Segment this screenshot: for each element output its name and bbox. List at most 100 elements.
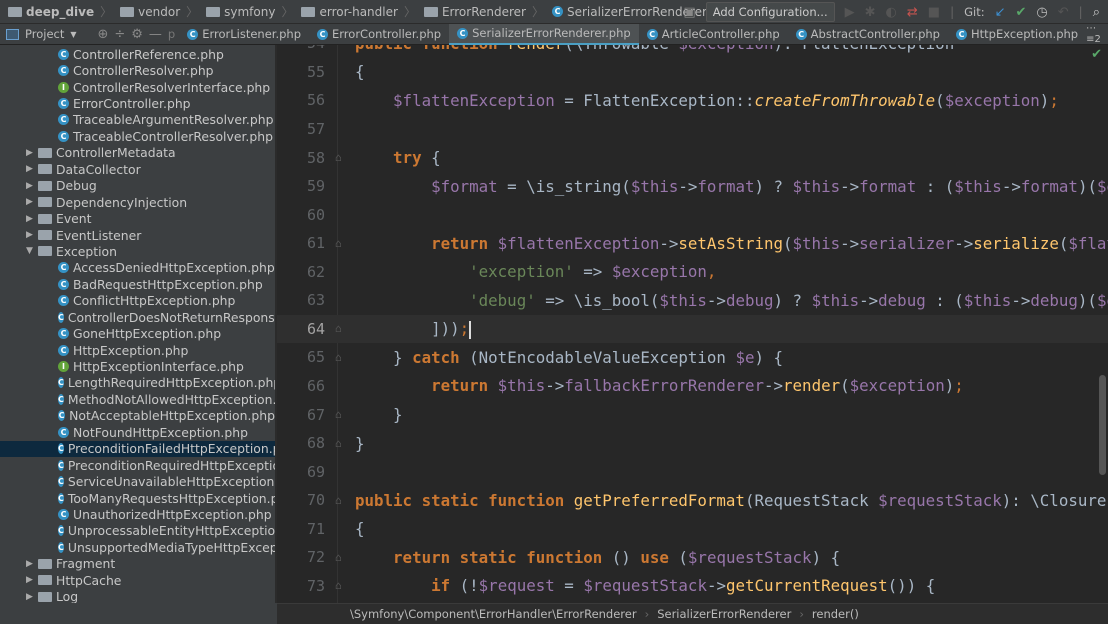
- tree-folder[interactable]: ▼ Exception: [0, 243, 275, 259]
- tree-file[interactable]: CPreconditionRequiredHttpException.php: [0, 457, 275, 473]
- collapse-icon[interactable]: ÷: [114, 27, 125, 42]
- code-line[interactable]: 70 ⌂ public static function getPreferredFo…: [277, 486, 1108, 515]
- tab-abstractcontroller[interactable]: C AbstractController.php: [788, 24, 948, 45]
- collapsed-arrow-icon[interactable]: ▶: [26, 575, 38, 585]
- code-line[interactable]: 61 ⌂ return $flattenException->setAsStrin…: [277, 229, 1108, 258]
- code-line[interactable]: 55 {: [277, 58, 1108, 87]
- run-icon[interactable]: ▶: [845, 5, 855, 20]
- tree-folder[interactable]: ▶ ControllerMetadata: [0, 145, 275, 161]
- code-line[interactable]: 65 ⌂ } catch (NotEncodableValueException …: [277, 343, 1108, 372]
- collapsed-arrow-icon[interactable]: ▶: [26, 230, 38, 240]
- tree-file[interactable]: CControllerDoesNotReturnResponseExceptio…: [0, 309, 275, 325]
- fold-marker-icon[interactable]: ⌂: [335, 579, 342, 592]
- code-line[interactable]: 54 public function render(\Throwable $exc…: [277, 45, 1108, 58]
- tab-httpexception[interactable]: C HttpException.php: [948, 24, 1086, 45]
- fold-marker-icon[interactable]: ⌂: [335, 237, 342, 250]
- breadcrumb-item[interactable]: error-handler 〉: [293, 3, 416, 20]
- status-breadcrumb-item[interactable]: \Symfony\Component\ErrorHandler\ErrorRen…: [350, 607, 637, 621]
- revert-icon[interactable]: ↶: [1058, 5, 1069, 20]
- fold-marker-icon[interactable]: ⌂: [335, 151, 342, 164]
- code-line[interactable]: 68 ⌂}: [277, 429, 1108, 458]
- code-line[interactable]: 71 {: [277, 515, 1108, 544]
- breadcrumb-item[interactable]: deep_dive 〉: [0, 3, 112, 20]
- project-dropdown[interactable]: Project: [25, 27, 64, 41]
- terminal-icon[interactable]: ▣: [683, 5, 695, 20]
- status-breadcrumb-item[interactable]: render(): [812, 607, 859, 621]
- tab-serializererrorrenderer[interactable]: C SerializerErrorRenderer.php: [449, 23, 639, 45]
- tree-folder[interactable]: ▶ DataCollector: [0, 161, 275, 177]
- tab-errorlistener[interactable]: C ErrorListener.php: [179, 24, 309, 45]
- tree-folder[interactable]: ▶ HttpCache: [0, 572, 275, 588]
- tree-file[interactable]: CMethodNotAllowedHttpException.php: [0, 391, 275, 407]
- git-commit-icon[interactable]: ✔: [1016, 5, 1027, 20]
- code-line[interactable]: 59 $format = \is_string($this->format) ?…: [277, 172, 1108, 201]
- hide-icon[interactable]: —: [149, 27, 162, 42]
- tree-file[interactable]: CServiceUnavailableHttpException.php: [0, 473, 275, 489]
- fold-marker-icon[interactable]: ⌂: [335, 351, 342, 364]
- history-icon[interactable]: ◷: [1036, 5, 1047, 20]
- tree-file[interactable]: C HttpException.php: [0, 342, 275, 358]
- status-breadcrumb-item[interactable]: SerializerErrorRenderer: [657, 607, 791, 621]
- code-line[interactable]: 56 $flattenException = FlattenException:…: [277, 86, 1108, 115]
- code-line[interactable]: 62 'exception' => $exception,: [277, 257, 1108, 286]
- code-line[interactable]: 60: [277, 200, 1108, 229]
- git-update-icon[interactable]: ↙: [995, 5, 1006, 20]
- tree-file[interactable]: C PreconditionFailedHttpException.php: [0, 440, 275, 457]
- locate-icon[interactable]: ⊕: [97, 27, 108, 42]
- editor-scrollbar[interactable]: [1099, 375, 1106, 475]
- stop-icon[interactable]: ■: [928, 5, 940, 20]
- collapsed-arrow-icon[interactable]: ▶: [26, 592, 38, 602]
- breadcrumb-item[interactable]: symfony 〉: [198, 3, 293, 20]
- tree-folder[interactable]: ▶ Debug: [0, 178, 275, 194]
- gear-icon[interactable]: ⚙: [131, 27, 143, 42]
- collapsed-arrow-icon[interactable]: ▶: [26, 197, 38, 207]
- fold-marker-icon[interactable]: ⌂: [335, 494, 342, 507]
- tree-file[interactable]: CUnsupportedMediaTypeHttpException.php: [0, 539, 275, 555]
- code-line[interactable]: 58 ⌂ try {: [277, 143, 1108, 172]
- collapsed-arrow-icon[interactable]: ▶: [26, 214, 38, 224]
- code-editor[interactable]: 54public function render(\Throwable $exc…: [277, 45, 1108, 603]
- debug-icon[interactable]: ✱: [865, 5, 876, 20]
- tabs-overflow-button[interactable]: ⋯≡2: [1086, 23, 1108, 45]
- breadcrumb-item[interactable]: vendor 〉: [112, 3, 198, 20]
- tree-folder[interactable]: ▶ Fragment: [0, 556, 275, 572]
- tree-file[interactable]: C NotFoundHttpException.php: [0, 424, 275, 440]
- collapsed-arrow-icon[interactable]: ▶: [26, 164, 38, 174]
- tab-errorcontroller[interactable]: C ErrorController.php: [309, 24, 449, 45]
- tree-file[interactable]: C ConflictHttpException.php: [0, 293, 275, 309]
- tree-file[interactable]: C TraceableArgumentResolver.php: [0, 112, 275, 128]
- tree-file[interactable]: C LengthRequiredHttpException.php: [0, 375, 275, 391]
- tree-folder[interactable]: ▶ EventListener: [0, 227, 275, 243]
- tree-folder[interactable]: ▶ DependencyInjection: [0, 194, 275, 210]
- code-line[interactable]: 69: [277, 457, 1108, 486]
- fold-marker-icon[interactable]: ⌂: [335, 408, 342, 421]
- code-line[interactable]: 64 ⌂ ]));: [277, 314, 1108, 344]
- code-line[interactable]: 67 ⌂ }: [277, 400, 1108, 429]
- tree-folder[interactable]: ▶ Event: [0, 210, 275, 226]
- fold-marker-icon[interactable]: ⌂: [335, 322, 342, 335]
- tree-file[interactable]: C TooManyRequestsHttpException.php: [0, 490, 275, 506]
- code-line[interactable]: 57: [277, 115, 1108, 144]
- tree-file[interactable]: C ControllerResolver.php: [0, 62, 275, 78]
- tab-articlecontroller[interactable]: C ArticleController.php: [639, 24, 788, 45]
- breadcrumb-item[interactable]: ErrorRenderer 〉: [416, 3, 544, 20]
- tree-file[interactable]: I ControllerResolverInterface.php: [0, 79, 275, 95]
- code-line[interactable]: 66 return $this->fallbackErrorRenderer->…: [277, 372, 1108, 401]
- chevron-down-icon[interactable]: ▼: [70, 30, 76, 39]
- tree-file[interactable]: C AccessDeniedHttpException.php: [0, 260, 275, 276]
- tree-file[interactable]: C ControllerReference.php: [0, 46, 275, 62]
- fold-marker-icon[interactable]: ⌂: [335, 551, 342, 564]
- tree-file[interactable]: CUnprocessableEntityHttpException.php: [0, 523, 275, 539]
- code-line[interactable]: 72 ⌂ return static function () use ($requ…: [277, 543, 1108, 572]
- search-icon[interactable]: ⌕: [1093, 5, 1100, 20]
- tree-file[interactable]: C GoneHttpException.php: [0, 325, 275, 341]
- collapsed-arrow-icon[interactable]: ▶: [26, 148, 38, 158]
- expanded-arrow-icon[interactable]: ▼: [26, 246, 38, 256]
- tree-file[interactable]: C BadRequestHttpException.php: [0, 276, 275, 292]
- attach-icon[interactable]: ⇄: [907, 5, 918, 20]
- collapsed-arrow-icon[interactable]: ▶: [26, 559, 38, 569]
- add-configuration-button[interactable]: Add Configuration...: [705, 2, 835, 22]
- tree-file[interactable]: C UnauthorizedHttpException.php: [0, 506, 275, 522]
- collapsed-arrow-icon[interactable]: ▶: [26, 181, 38, 191]
- coverage-icon[interactable]: ◐: [886, 5, 897, 20]
